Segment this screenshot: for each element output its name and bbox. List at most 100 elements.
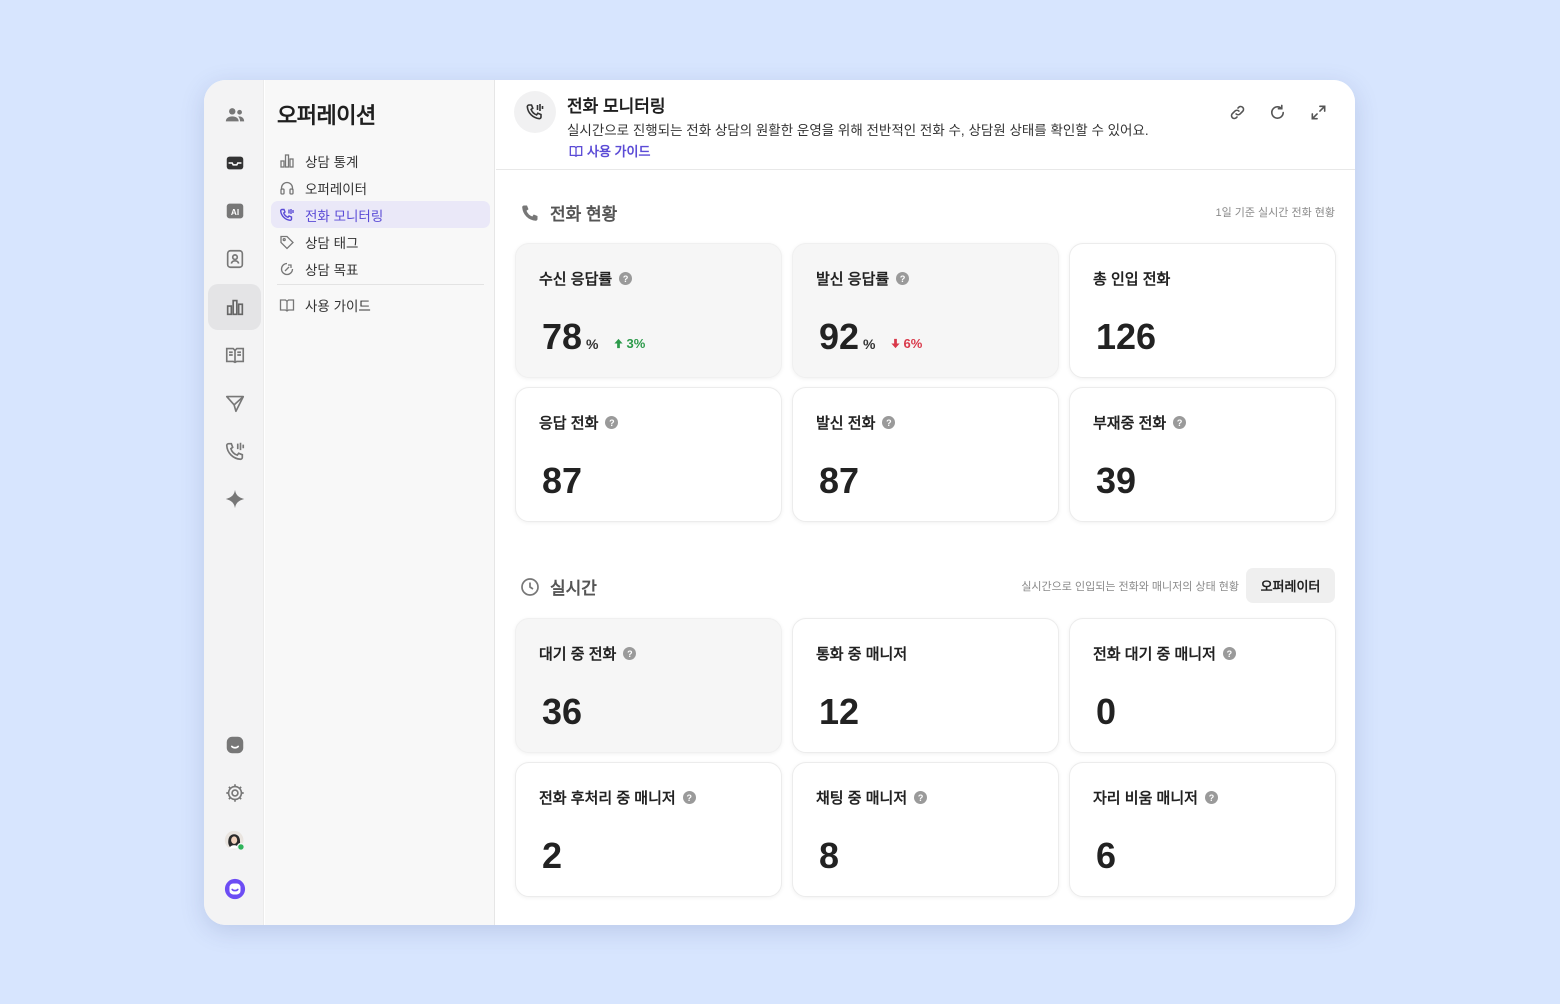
card-label: 채팅 중 매니저? — [816, 787, 928, 808]
card-label-text: 채팅 중 매니저 — [816, 790, 908, 807]
card-away-managers: 자리 비움 매니저? 6 — [1069, 762, 1336, 897]
gear-icon[interactable] — [208, 770, 261, 816]
sub-sidebar: 오퍼레이션 상담 통계 오퍼레이터 전화 모니터링 상담 태그 상담 목표 사용… — [265, 80, 495, 925]
card-outbound-answer-rate: 발신 응답률? 92 % 6% — [792, 243, 1059, 378]
card-label-text: 전화 후처리 중 매니저 — [539, 790, 676, 807]
card-value: 6 — [1096, 835, 1117, 876]
link-icon[interactable] — [1225, 100, 1249, 124]
nav-item-goals[interactable]: 상담 목표 — [271, 255, 490, 282]
card-label: 발신 응답률? — [816, 268, 910, 289]
inbox-icon[interactable] — [208, 140, 261, 186]
people-icon[interactable] — [208, 92, 261, 138]
sparkle-icon[interactable] — [208, 476, 261, 522]
delta-value: 6% — [903, 336, 923, 351]
card-label-text: 수신 응답률 — [539, 271, 613, 288]
refresh-icon[interactable] — [1265, 100, 1289, 124]
tag-icon — [280, 235, 294, 249]
chart-icon[interactable] — [208, 284, 261, 330]
arrow-down-icon — [890, 338, 900, 349]
nav-divider — [277, 284, 484, 285]
arrow-up-icon — [613, 338, 623, 349]
card-unit: % — [863, 336, 876, 352]
card-after-call-managers: 전화 후처리 중 매니저? 2 — [515, 762, 782, 897]
card-standby-managers: 전화 대기 중 매니저? 0 — [1069, 618, 1336, 753]
nav-item-phone-monitoring[interactable]: 전화 모니터링 — [271, 201, 490, 228]
help-icon[interactable]: ? — [1204, 791, 1218, 804]
card-inbound-answer-rate: 수신 응답률? 78 % 3% — [515, 243, 782, 378]
card-value-row: 78 % 3% — [542, 316, 645, 358]
nav-item-stats[interactable]: 상담 통계 — [271, 147, 490, 174]
usage-guide-link[interactable]: 사용 가이드 — [569, 141, 650, 160]
nav-item-label: 오퍼레이터 — [305, 181, 368, 197]
nav-item-tags[interactable]: 상담 태그 — [271, 228, 490, 255]
card-label: 전화 대기 중 매니저? — [1093, 643, 1236, 664]
card-value: 39 — [1096, 460, 1137, 501]
help-icon[interactable]: ? — [896, 272, 910, 285]
operator-button[interactable]: 오퍼레이터 — [1246, 568, 1335, 603]
section-note: 실시간으로 인입되는 전화와 매니저의 상태 현황 — [1021, 581, 1239, 593]
ai-icon[interactable]: AI — [208, 188, 261, 234]
phone-icon — [522, 205, 538, 221]
card-value: 12 — [819, 691, 860, 732]
brand-icon[interactable] — [208, 866, 261, 912]
help-icon[interactable]: ? — [914, 791, 928, 804]
card-on-call-managers: 통화 중 매니저 12 — [792, 618, 1059, 753]
expand-icon[interactable] — [1306, 100, 1330, 124]
card-value: 8 — [819, 835, 840, 876]
send-icon[interactable] — [208, 380, 261, 426]
help-icon[interactable]: ? — [1222, 647, 1236, 660]
card-value: 2 — [542, 835, 563, 876]
nav-item-label: 전화 모니터링 — [305, 208, 384, 224]
delta-value: 3% — [626, 336, 646, 351]
card-chatting-managers: 채팅 중 매니저? 8 — [792, 762, 1059, 897]
page-description: 실시간으로 진행되는 전화 상담의 원활한 운영을 위해 전반적인 전화 수, … — [567, 123, 1149, 138]
help-icon[interactable]: ? — [1173, 416, 1187, 429]
card-label: 발신 전화? — [816, 412, 896, 433]
card-value-row: 92 % 6% — [819, 316, 922, 358]
help-icon[interactable]: ? — [882, 416, 896, 429]
card-label-text: 응답 전화 — [539, 415, 599, 432]
chat-icon[interactable] — [208, 722, 261, 768]
card-label-text: 발신 응답률 — [816, 271, 890, 288]
card-label: 대기 중 전화? — [539, 643, 637, 664]
book-icon[interactable] — [208, 332, 261, 378]
card-label-text: 통화 중 매니저 — [816, 646, 908, 663]
phone-monitor-icon — [279, 208, 294, 221]
card-label: 자리 비움 매니저? — [1093, 787, 1218, 808]
nav-item-operator[interactable]: 오퍼레이터 — [271, 174, 490, 201]
page-title: 전화 모니터링 — [567, 97, 666, 116]
avatar[interactable] — [208, 818, 261, 864]
book-icon — [279, 298, 295, 312]
headset-icon — [280, 181, 294, 195]
contact-icon[interactable] — [208, 236, 261, 282]
section-realtime: 실시간 — [520, 574, 597, 599]
card-outbound-calls: 발신 전화? 87 — [792, 387, 1059, 522]
card-value: 36 — [542, 691, 583, 732]
clock-icon — [521, 577, 539, 596]
card-label-text: 발신 전화 — [816, 415, 876, 432]
help-icon[interactable]: ? — [623, 647, 637, 660]
card-value: 87 — [819, 460, 860, 501]
card-value: 0 — [1096, 691, 1117, 732]
help-icon[interactable]: ? — [619, 272, 633, 285]
section-title: 전화 현황 — [550, 205, 618, 224]
book-icon — [569, 145, 583, 157]
help-icon[interactable]: ? — [682, 791, 696, 804]
card-unit: % — [586, 336, 599, 352]
section-call-status: 전화 현황 — [520, 200, 617, 225]
card-label: 수신 응답률? — [539, 268, 633, 289]
nav-item-guide[interactable]: 사용 가이드 — [271, 291, 490, 318]
card-label: 총 인입 전화 — [1093, 268, 1170, 289]
help-icon[interactable]: ? — [605, 416, 619, 429]
card-value: 126 — [1096, 316, 1157, 357]
phone-icon[interactable] — [208, 428, 261, 474]
app-window: AI 오퍼레이션 상담 통계 오퍼레이터 전화 모니터링 상담 태그 상담 목표… — [204, 80, 1355, 925]
nav-item-label: 상담 태그 — [305, 235, 359, 251]
card-label: 통화 중 매니저 — [816, 643, 907, 664]
card-answered-calls: 응답 전화? 87 — [515, 387, 782, 522]
nav-item-label: 상담 통계 — [305, 154, 359, 170]
page-header: 전화 모니터링 실시간으로 진행되는 전화 상담의 원활한 운영을 위해 전반적… — [496, 80, 1355, 170]
usage-guide-label: 사용 가이드 — [587, 144, 651, 159]
card-missed-calls: 부재중 전화? 39 — [1069, 387, 1336, 522]
card-value: 87 — [542, 460, 583, 501]
